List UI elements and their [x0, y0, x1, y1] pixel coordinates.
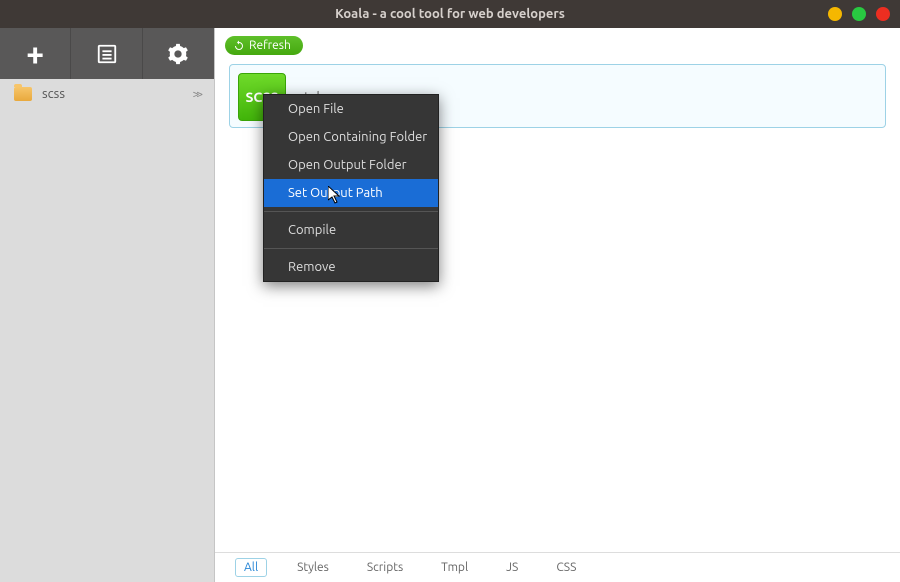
minimize-button[interactable] — [828, 7, 842, 21]
sidebar-folder-scss[interactable]: scss >> — [0, 79, 214, 109]
refresh-area: Refresh — [215, 28, 900, 64]
context-menu-separator — [264, 211, 438, 212]
refresh-label: Refresh — [249, 39, 291, 52]
window-controls — [828, 7, 890, 21]
folder-label: scss — [42, 87, 182, 101]
sidebar: + scss >> — [0, 28, 215, 582]
settings-button[interactable] — [143, 28, 214, 79]
chevron-right-icon: >> — [192, 88, 200, 101]
window-title: Koala - a cool tool for web developers — [335, 7, 565, 21]
refresh-icon — [233, 40, 245, 52]
footer-filter-js[interactable]: JS — [498, 559, 526, 576]
footer-filter-css[interactable]: CSS — [548, 559, 584, 576]
context-menu: Open FileOpen Containing FolderOpen Outp… — [263, 94, 439, 282]
context-menu-item[interactable]: Compile — [264, 216, 438, 244]
folder-icon — [14, 87, 32, 101]
context-menu-item[interactable]: Remove — [264, 253, 438, 281]
toolbar: + — [0, 28, 214, 79]
refresh-button[interactable]: Refresh — [225, 36, 303, 55]
context-menu-item[interactable]: Open File — [264, 95, 438, 123]
list-icon — [96, 43, 118, 65]
context-menu-separator — [264, 248, 438, 249]
content: + scss >> — [0, 28, 900, 582]
footer-filter-all[interactable]: All — [235, 558, 267, 577]
footer-filter-scripts[interactable]: Scripts — [359, 559, 411, 576]
plus-icon: + — [26, 38, 44, 70]
footer-filter-tmpl[interactable]: Tmpl — [433, 559, 476, 576]
footer-filters: All Styles Scripts Tmpl JS CSS — [215, 552, 900, 582]
context-menu-item[interactable]: Open Output Folder — [264, 151, 438, 179]
context-menu-item[interactable]: Open Containing Folder — [264, 123, 438, 151]
maximize-button[interactable] — [852, 7, 866, 21]
main: Refresh SCSS style.scss Open FileOpen Co… — [215, 28, 900, 582]
add-button[interactable]: + — [0, 28, 71, 79]
gear-icon — [167, 43, 189, 65]
footer-filter-styles[interactable]: Styles — [289, 559, 337, 576]
titlebar: Koala - a cool tool for web developers — [0, 0, 900, 28]
context-menu-item[interactable]: Set Output Path — [264, 179, 438, 207]
list-button[interactable] — [71, 28, 142, 79]
close-button[interactable] — [876, 7, 890, 21]
